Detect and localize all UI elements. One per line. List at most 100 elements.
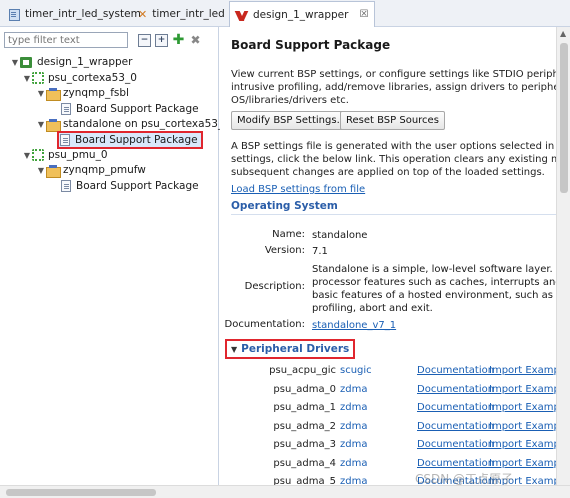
driver-peripheral-name: psu_adma_1 bbox=[273, 402, 336, 413]
scroll-thumb[interactable] bbox=[560, 43, 568, 193]
add-icon[interactable]: ✚ bbox=[172, 32, 185, 48]
os-description-line-2: processor features such as caches, inter… bbox=[312, 277, 570, 288]
chevron-down-icon[interactable]: ▼ bbox=[22, 151, 32, 160]
driver-import-examples-link[interactable]: Import Exampl bbox=[489, 402, 563, 413]
scroll-up-icon[interactable]: ▲ bbox=[560, 29, 566, 38]
folder-icon bbox=[46, 118, 61, 132]
driver-import-examples-link[interactable]: Import Exampl bbox=[489, 421, 563, 432]
editor-icon bbox=[8, 8, 20, 21]
os-documentation-link[interactable]: standalone_v7_1 bbox=[312, 320, 396, 331]
tab-design-1-wrapper[interactable]: design_1_wrapper ☒ bbox=[229, 1, 376, 27]
driver-peripheral-name: psu_adma_5 bbox=[273, 476, 336, 485]
folder-icon bbox=[46, 164, 61, 178]
driver-documentation-link[interactable]: Documentation bbox=[417, 384, 494, 395]
driver-row: psu_adma_2 zdma Documentation Import Exampl bbox=[220, 420, 563, 434]
peripheral-drivers-label: Peripheral Drivers bbox=[241, 343, 350, 355]
collapse-all-icon[interactable]: − bbox=[138, 33, 151, 47]
tree-item-zynqmp-fsbl[interactable]: ▼ zynqmp_fsbl bbox=[36, 85, 129, 101]
project-explorer: − + ✚ ✖ ▼ design_1_wrapper ▼ psu_cortexa… bbox=[0, 27, 230, 498]
os-description-label: Description: bbox=[244, 281, 305, 292]
driver-import-examples-link[interactable]: Import Exampl bbox=[489, 384, 563, 395]
driver-peripheral-name: psu_adma_0 bbox=[273, 383, 336, 395]
peripheral-drivers-heading[interactable]: ▼ Peripheral Drivers bbox=[225, 339, 356, 359]
reset-bsp-sources-button[interactable]: Reset BSP Sources bbox=[340, 111, 445, 130]
driver-documentation-link[interactable]: Documentation bbox=[417, 365, 494, 376]
processor-icon bbox=[32, 72, 44, 84]
driver-name: zdma bbox=[340, 420, 368, 432]
load-settings-link[interactable]: Load BSP settings from file bbox=[231, 184, 365, 195]
tree-item-standalone[interactable]: ▼ standalone on psu_cortexa53_0 bbox=[36, 116, 230, 132]
load-settings-link-row: Load BSP settings from file bbox=[231, 183, 365, 196]
load-note-line-1: A BSP settings file is generated with th… bbox=[231, 141, 570, 152]
driver-row: psu_adma_4 zdma Documentation Import Exampl bbox=[220, 457, 563, 471]
driver-documentation-link[interactable]: Documentation bbox=[417, 458, 494, 469]
driver-documentation-link[interactable]: Documentation bbox=[417, 421, 494, 432]
os-version-label: Version: bbox=[264, 245, 305, 256]
tree-item-label: zynqmp_pmufw bbox=[63, 164, 146, 176]
scroll-thumb[interactable] bbox=[6, 489, 156, 496]
driver-name: zdma bbox=[340, 476, 368, 485]
driver-peripheral-name: psu_adma_4 bbox=[273, 457, 336, 469]
filter-toolbar: − + ✚ ✖ bbox=[4, 31, 216, 49]
tree-item-pmufw-bsp[interactable]: Board Support Package bbox=[61, 178, 199, 194]
load-note-line-2: settings, click the below link. This ope… bbox=[231, 154, 570, 165]
os-description-line-1: Standalone is a simple, low-level softwa… bbox=[312, 264, 570, 275]
chevron-down-icon[interactable]: ▼ bbox=[36, 166, 46, 175]
filter-input[interactable] bbox=[4, 32, 128, 48]
chevron-down-icon[interactable]: ▼ bbox=[36, 89, 46, 98]
driver-peripheral-name: psu_acpu_gic bbox=[269, 365, 336, 376]
chevron-down-icon[interactable]: ▼ bbox=[10, 58, 20, 67]
tree-item-design-1-wrapper[interactable]: ▼ design_1_wrapper bbox=[10, 54, 133, 70]
driver-import-examples-link[interactable]: Import Exampl bbox=[489, 439, 563, 450]
tree-item-label: design_1_wrapper bbox=[37, 56, 133, 68]
tree-item-label: Board Support Package bbox=[76, 180, 199, 192]
tab-timer-intr-led-system[interactable]: timer_intr_led_system bbox=[2, 2, 147, 26]
chevron-down-icon[interactable]: ▼ bbox=[36, 120, 46, 129]
os-name-value: standalone bbox=[312, 230, 368, 241]
tree-item-zynqmp-pmufw[interactable]: ▼ zynqmp_pmufw bbox=[36, 162, 146, 178]
remove-icon[interactable]: ✖ bbox=[189, 33, 202, 47]
driver-name: zdma bbox=[340, 439, 368, 450]
operating-system-heading: Operating System bbox=[231, 200, 338, 212]
tree-item-label: Board Support Package bbox=[75, 134, 198, 146]
driver-row: psu_adma_0 zdma Documentation Import Exampl bbox=[220, 383, 563, 397]
file-icon bbox=[61, 180, 71, 192]
tools-icon: ✕ bbox=[138, 7, 148, 21]
driver-row: psu_adma_3 zdma Documentation Import Exampl bbox=[220, 439, 563, 452]
driver-peripheral-name: psu_adma_2 bbox=[273, 420, 336, 432]
vertical-scrollbar[interactable]: ▲ bbox=[556, 27, 570, 485]
page-title: Board Support Package bbox=[231, 38, 391, 52]
intro-line-1: View current BSP settings, or configure … bbox=[231, 69, 570, 80]
close-icon[interactable]: ☒ bbox=[359, 9, 368, 20]
expand-all-icon[interactable]: + bbox=[155, 33, 168, 47]
load-note-line-3: subsequent changes are applied on top of… bbox=[231, 167, 545, 178]
os-documentation-label: Documentation: bbox=[224, 319, 305, 330]
file-icon bbox=[60, 134, 70, 146]
tree-item-label: standalone on psu_cortexa53_0 bbox=[63, 118, 230, 130]
driver-documentation-link[interactable]: Documentation bbox=[417, 402, 494, 413]
file-icon bbox=[61, 103, 71, 115]
driver-import-examples-link[interactable]: Import Exampl bbox=[489, 458, 563, 469]
driver-name: scugic bbox=[340, 365, 372, 376]
editor-tab-bar: timer_intr_led_system ✕ timer_intr_led d… bbox=[0, 0, 570, 27]
os-name-label: Name: bbox=[272, 229, 305, 240]
xilinx-logo-icon bbox=[236, 9, 248, 21]
driver-documentation-link[interactable]: Documentation bbox=[417, 439, 494, 450]
tree-item-psu-pmu-0[interactable]: ▼ psu_pmu_0 bbox=[22, 147, 108, 163]
hw-platform-icon bbox=[20, 56, 33, 69]
processor-icon bbox=[32, 149, 44, 161]
tab-timer-intr-led[interactable]: ✕ timer_intr_led bbox=[132, 2, 231, 26]
driver-import-examples-link[interactable]: Import Exampl bbox=[489, 365, 563, 376]
driver-name: zdma bbox=[340, 383, 368, 395]
tree-item-psu-cortexa53-0[interactable]: ▼ psu_cortexa53_0 bbox=[22, 70, 137, 86]
driver-name: zdma bbox=[340, 402, 368, 413]
tree-item-label: psu_cortexa53_0 bbox=[48, 72, 137, 84]
chevron-down-icon: ▼ bbox=[231, 344, 238, 354]
modify-bsp-settings-button[interactable]: Modify BSP Settings... bbox=[231, 111, 353, 130]
watermark: CSDN @工点原子 bbox=[415, 472, 514, 486]
chevron-down-icon[interactable]: ▼ bbox=[22, 74, 32, 83]
tree-item-fsbl-bsp[interactable]: Board Support Package bbox=[61, 101, 199, 117]
bsp-overview-panel: Board Support Package View current BSP s… bbox=[220, 27, 570, 485]
driver-name: zdma bbox=[340, 457, 368, 469]
divider bbox=[231, 214, 556, 215]
